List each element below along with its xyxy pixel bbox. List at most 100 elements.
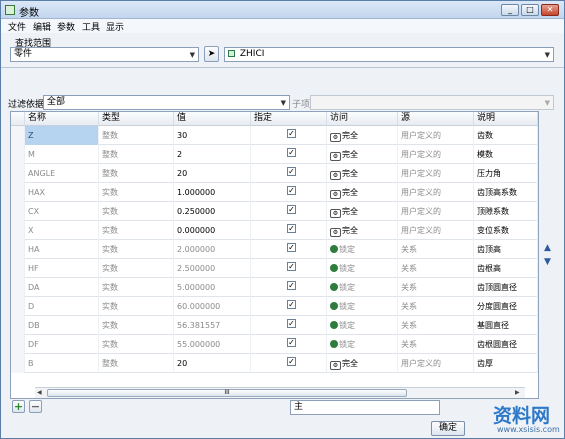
source-cell[interactable]: 用户定义的 <box>398 126 474 145</box>
designated-checkbox[interactable]: ✓ <box>287 300 296 309</box>
close-button[interactable]: ✕ <box>541 4 559 16</box>
description-cell[interactable]: 齿顶高 <box>474 240 538 259</box>
description-cell[interactable]: 分度圆直径 <box>474 297 538 316</box>
value-cell[interactable]: 56.381557 <box>174 316 251 335</box>
designated-cell[interactable]: ✓ <box>251 297 327 316</box>
table-row[interactable]: D 实数 60.000000 ✓ 锁定 关系 分度圆直径 <box>11 297 538 316</box>
table-row[interactable]: DF 实数 55.000000 ✓ 锁定 关系 齿根圆直径 <box>11 335 538 354</box>
table-row[interactable]: HF 实数 2.500000 ✓ 锁定 关系 齿根高 <box>11 259 538 278</box>
name-cell[interactable]: Z <box>25 126 99 145</box>
access-cell[interactable]: ⚙ 完全 <box>327 183 398 202</box>
designated-cell[interactable]: ✓ <box>251 316 327 335</box>
description-cell[interactable]: 顶隙系数 <box>474 202 538 221</box>
table-row[interactable]: M 整数 2 ✓ ⚙ 完全 用户定义的 模数 <box>11 145 538 164</box>
access-cell[interactable]: 锁定 <box>327 335 398 354</box>
column-header-designated[interactable]: 指定 <box>251 112 327 126</box>
access-cell[interactable]: 锁定 <box>327 278 398 297</box>
add-parameter-button[interactable]: + <box>12 400 25 413</box>
horizontal-scrollbar[interactable]: ◀ III ▶ <box>35 387 525 398</box>
menu-tools[interactable]: 工具 <box>82 20 100 33</box>
designated-checkbox[interactable]: ✓ <box>287 129 296 138</box>
access-cell[interactable]: ⚙ 完全 <box>327 221 398 240</box>
row-header[interactable] <box>11 316 25 335</box>
designated-checkbox[interactable]: ✓ <box>287 167 296 176</box>
designated-checkbox[interactable]: ✓ <box>287 281 296 290</box>
row-header[interactable] <box>11 297 25 316</box>
source-cell[interactable]: 用户定义的 <box>398 145 474 164</box>
scrollbar-thumb[interactable]: III <box>47 389 407 397</box>
name-cell[interactable]: X <box>25 221 99 240</box>
source-cell[interactable]: 用户定义的 <box>398 354 474 373</box>
description-cell[interactable]: 齿顶圆直径 <box>474 278 538 297</box>
ok-button[interactable]: 确定 <box>431 421 465 436</box>
row-header[interactable] <box>11 278 25 297</box>
column-header-source[interactable]: 源 <box>398 112 474 126</box>
name-cell[interactable]: DA <box>25 278 99 297</box>
row-header[interactable] <box>11 335 25 354</box>
table-row[interactable]: HAX 实数 1.000000 ✓ ⚙ 完全 用户定义的 齿顶高系数 <box>11 183 538 202</box>
designated-checkbox[interactable]: ✓ <box>287 224 296 233</box>
value-cell[interactable]: 5.000000 <box>174 278 251 297</box>
remove-parameter-button[interactable]: − <box>29 400 42 413</box>
designated-cell[interactable]: ✓ <box>251 221 327 240</box>
access-cell[interactable]: ⚙ 完全 <box>327 164 398 183</box>
name-cell[interactable]: DB <box>25 316 99 335</box>
designated-checkbox[interactable]: ✓ <box>287 148 296 157</box>
access-cell[interactable]: ⚙ 完全 <box>327 126 398 145</box>
designated-cell[interactable]: ✓ <box>251 164 327 183</box>
access-cell[interactable]: ⚙ 完全 <box>327 202 398 221</box>
value-cell[interactable]: 0.000000 <box>174 221 251 240</box>
type-cell[interactable]: 实数 <box>99 335 174 354</box>
designated-checkbox[interactable]: ✓ <box>287 205 296 214</box>
designated-cell[interactable]: ✓ <box>251 126 327 145</box>
table-row[interactable]: B 整数 20 ✓ ⚙ 完全 用户定义的 齿厚 <box>11 354 538 373</box>
source-cell[interactable]: 关系 <box>398 240 474 259</box>
type-cell[interactable]: 实数 <box>99 221 174 240</box>
menu-file[interactable]: 文件 <box>8 20 26 33</box>
access-cell[interactable]: 锁定 <box>327 240 398 259</box>
description-cell[interactable]: 基圆直径 <box>474 316 538 335</box>
column-header-description[interactable]: 说明 <box>474 112 538 126</box>
description-cell[interactable]: 齿根圆直径 <box>474 335 538 354</box>
designated-cell[interactable]: ✓ <box>251 202 327 221</box>
row-header[interactable] <box>11 259 25 278</box>
description-cell[interactable]: 齿数 <box>474 126 538 145</box>
designated-cell[interactable]: ✓ <box>251 259 327 278</box>
access-cell[interactable]: ⚙ 完全 <box>327 145 398 164</box>
source-cell[interactable]: 用户定义的 <box>398 221 474 240</box>
source-cell[interactable]: 关系 <box>398 259 474 278</box>
menu-edit[interactable]: 编辑 <box>33 20 51 33</box>
row-header[interactable] <box>11 202 25 221</box>
name-cell[interactable]: M <box>25 145 99 164</box>
table-row[interactable]: X 实数 0.000000 ✓ ⚙ 完全 用户定义的 变位系数 <box>11 221 538 240</box>
table-row[interactable]: CX 实数 0.250000 ✓ ⚙ 完全 用户定义的 顶隙系数 <box>11 202 538 221</box>
designated-cell[interactable]: ✓ <box>251 335 327 354</box>
move-up-arrow-icon[interactable]: ▲ <box>544 243 551 253</box>
scope-dropdown[interactable]: 零件 ▼ <box>10 47 199 62</box>
type-cell[interactable]: 实数 <box>99 297 174 316</box>
description-cell[interactable]: 齿根高 <box>474 259 538 278</box>
access-cell[interactable]: ⚙ 完全 <box>327 354 398 373</box>
column-header-value[interactable]: 值 <box>174 112 251 126</box>
name-cell[interactable]: D <box>25 297 99 316</box>
scroll-right-icon[interactable]: ▶ <box>515 389 520 396</box>
row-header[interactable] <box>11 183 25 202</box>
type-cell[interactable]: 实数 <box>99 316 174 335</box>
value-cell[interactable]: 2.500000 <box>174 259 251 278</box>
scroll-left-icon[interactable]: ◀ <box>37 389 42 396</box>
designated-checkbox[interactable]: ✓ <box>287 319 296 328</box>
type-cell[interactable]: 实数 <box>99 278 174 297</box>
filter-dropdown[interactable]: 全部 ▼ <box>43 95 290 110</box>
table-row[interactable]: ANGLE 整数 20 ✓ ⚙ 完全 用户定义的 压力角 <box>11 164 538 183</box>
description-cell[interactable]: 齿顶高系数 <box>474 183 538 202</box>
row-header[interactable] <box>11 354 25 373</box>
description-cell[interactable]: 压力角 <box>474 164 538 183</box>
designated-cell[interactable]: ✓ <box>251 354 327 373</box>
value-cell[interactable]: 30 <box>174 126 251 145</box>
column-header-access[interactable]: 访问 <box>327 112 398 126</box>
column-header-name[interactable]: 名称 <box>25 112 99 126</box>
model-dropdown[interactable]: ZHICI ▼ <box>224 47 554 62</box>
value-cell[interactable]: 55.000000 <box>174 335 251 354</box>
access-cell[interactable]: 锁定 <box>327 259 398 278</box>
type-cell[interactable]: 整数 <box>99 354 174 373</box>
